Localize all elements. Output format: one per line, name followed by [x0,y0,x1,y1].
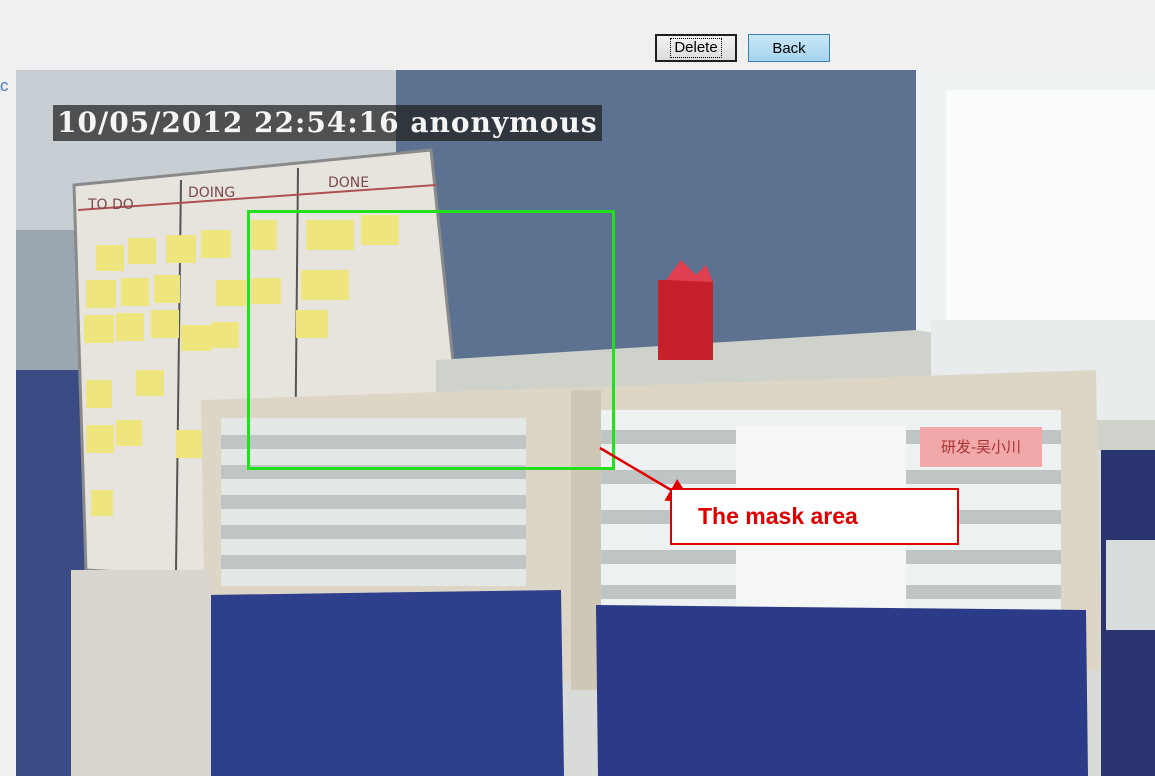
camera-mask-page: Delete Back c TO DO DOING DONE 研发-吴小川 10… [0,0,1155,776]
toolbar: Delete Back [0,0,1155,70]
callout-arrow [599,446,693,503]
delete-button[interactable]: Delete [655,34,737,62]
left-edge-text: c [0,76,9,95]
back-button[interactable]: Back [748,34,830,62]
camera-video-view[interactable]: TO DO DOING DONE 研发-吴小川 10/05/2012 22:54… [16,70,1155,776]
mask-area-callout: The mask area [670,488,959,545]
delete-button-label: Delete [670,38,722,58]
